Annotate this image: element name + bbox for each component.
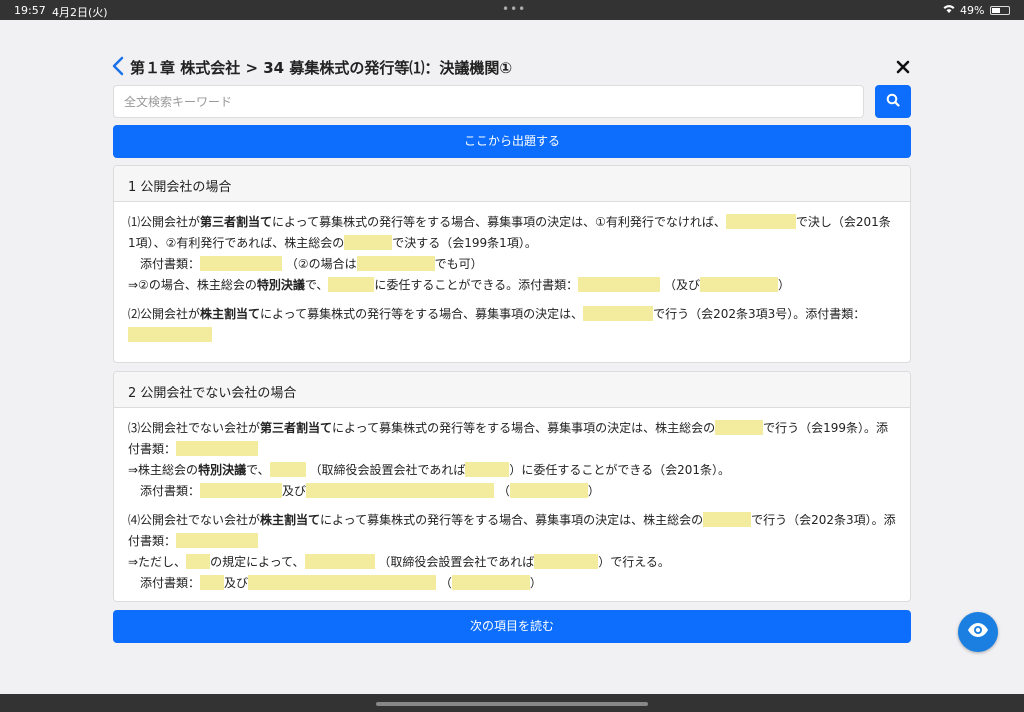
- home-indicator[interactable]: [376, 702, 648, 706]
- answer-blank[interactable]: [176, 441, 259, 456]
- paragraph-3: ⑶公開会社でない会社が第三者割当てによって募集株式の発行等をする場合、募集事項の…: [128, 418, 896, 502]
- paragraph-1: ⑴公開会社が第三者割当てによって募集株式の発行等をする場合、募集事項の決定は、①…: [128, 212, 896, 296]
- answer-blank[interactable]: [578, 277, 661, 292]
- status-time: 19:57: [14, 4, 46, 17]
- attachment-line: 添付書類： 及び （）: [140, 483, 600, 498]
- answer-blank[interactable]: [200, 483, 283, 498]
- app-screen: 第１章 株式会社 > 34 募集株式の発行等⑴：決議機関① ここから出題する 1…: [0, 20, 1024, 694]
- wifi-icon: [942, 3, 956, 17]
- answer-blank[interactable]: [304, 554, 375, 569]
- multitask-dots-icon[interactable]: •••: [502, 2, 526, 16]
- attachment-line: 添付書類： （②の場合は でも可）: [140, 256, 483, 271]
- eye-icon: [967, 622, 989, 642]
- answer-blank[interactable]: [703, 512, 752, 527]
- paragraph-2: ⑵公開会社が株主割当てによって募集株式の発行等をする場合、募集事項の決定は、 で行…: [128, 304, 896, 346]
- attachment-line: 添付書類： 及び （）: [140, 575, 542, 590]
- answer-blank[interactable]: [248, 575, 437, 590]
- note-line: ⇒②の場合、株主総会の特別決議で、 に委任することができる。添付書類： （及び）: [128, 277, 790, 292]
- section-card-non-public-company: 2 公開会社でない会社の場合 ⑶公開会社でない会社が第三者割当てによって募集株式…: [113, 371, 911, 602]
- answer-blank[interactable]: [344, 235, 393, 250]
- answer-blank[interactable]: [451, 575, 530, 590]
- battery-icon: [990, 6, 1010, 15]
- answer-blank[interactable]: [534, 554, 599, 569]
- chevron-left-icon[interactable]: [112, 56, 124, 82]
- answer-blank[interactable]: [356, 256, 435, 271]
- answer-blank[interactable]: [128, 327, 164, 342]
- search-icon: [886, 92, 900, 111]
- section-body: ⑴公開会社が第三者割当てによって募集株式の発行等をする場合、募集事項の決定は、①…: [114, 202, 910, 362]
- toggle-answers-button[interactable]: [958, 612, 998, 652]
- answer-blank[interactable]: [176, 533, 259, 548]
- section-title: 1 公開会社の場合: [114, 166, 910, 202]
- answer-blank[interactable]: [465, 462, 510, 477]
- answer-blank[interactable]: [164, 327, 212, 342]
- answer-blank[interactable]: [725, 214, 796, 229]
- note-line: ⇒株主総会の特別決議で、 （取締役会設置会社であれば ）に委任することができる（会…: [128, 462, 730, 477]
- status-date: 4月2日(火): [52, 6, 108, 19]
- note-line: ⇒ただし、 の規定によって、 （取締役会設置会社であれば ）で行える。: [128, 554, 670, 569]
- section-body: ⑶公開会社でない会社が第三者割当てによって募集株式の発行等をする場合、募集事項の…: [114, 408, 910, 601]
- quiz-from-here-button[interactable]: ここから出題する: [113, 125, 911, 158]
- answer-blank[interactable]: [269, 462, 306, 477]
- status-bar: 19:57 4月2日(火) ••• 49%: [0, 0, 1024, 20]
- answer-blank[interactable]: [583, 306, 654, 321]
- close-icon[interactable]: [896, 55, 910, 79]
- search-button[interactable]: [875, 85, 911, 118]
- search-input[interactable]: [113, 85, 864, 118]
- battery-percent: 49%: [960, 4, 985, 17]
- section-title: 2 公開会社でない会社の場合: [114, 372, 910, 408]
- answer-blank[interactable]: [306, 483, 495, 498]
- answer-blank[interactable]: [328, 277, 375, 292]
- answer-blank[interactable]: [186, 554, 211, 569]
- answer-blank[interactable]: [200, 256, 283, 271]
- answer-blank[interactable]: [715, 420, 764, 435]
- section-card-public-company: 1 公開会社の場合 ⑴公開会社が第三者割当てによって募集株式の発行等をする場合、…: [113, 165, 911, 363]
- answer-blank[interactable]: [200, 575, 225, 590]
- next-item-button[interactable]: 次の項目を読む: [113, 610, 911, 643]
- answer-blank[interactable]: [699, 277, 778, 292]
- page-title: 第１章 株式会社 > 34 募集株式の発行等⑴：決議機関①: [130, 59, 513, 77]
- answer-blank[interactable]: [509, 483, 588, 498]
- paragraph-4: ⑷公開会社でない会社が株主割当てによって募集株式の発行等をする場合、募集事項の決…: [128, 510, 896, 594]
